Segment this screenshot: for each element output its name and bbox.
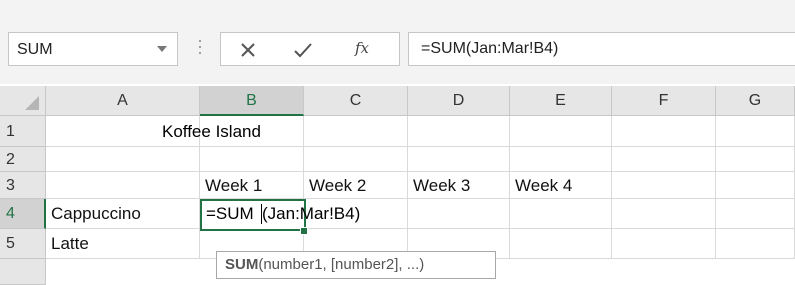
cell-f1[interactable] — [612, 116, 716, 147]
enter-button[interactable] — [281, 33, 325, 65]
row-header-4[interactable]: 4 — [0, 199, 46, 229]
name-box-value: SUM — [17, 41, 53, 58]
name-box[interactable]: SUM — [8, 32, 178, 66]
cell-g2[interactable] — [716, 147, 795, 172]
sheet-title: Koffee Island — [162, 122, 261, 141]
cell-f2[interactable] — [612, 147, 716, 172]
cell-edit-args: (Jan:Mar!B4) — [262, 204, 361, 223]
column-header-d[interactable]: D — [408, 86, 510, 116]
cell-a3[interactable] — [46, 172, 200, 199]
row-header-5[interactable]: 5 — [0, 229, 46, 259]
chevron-down-icon[interactable] — [157, 46, 167, 52]
row-header-1[interactable]: 1 — [0, 116, 46, 147]
cell-d3[interactable]: Week 3 — [408, 172, 510, 199]
select-all-icon — [25, 96, 39, 110]
tooltip-function-name[interactable]: SUM — [225, 256, 258, 273]
cell-c2[interactable] — [304, 147, 408, 172]
cell-f4[interactable] — [612, 199, 716, 229]
cell-e5[interactable] — [510, 229, 612, 259]
column-header-g[interactable]: G — [716, 86, 795, 116]
cell-c1[interactable] — [304, 116, 408, 147]
column-header-e[interactable]: E — [510, 86, 612, 116]
text-caret — [261, 204, 262, 224]
row-header-2[interactable]: 2 — [0, 147, 46, 172]
formula-bar: SUM fx =SUM(Jan:Mar!B4) — [0, 22, 795, 84]
select-all-button[interactable] — [0, 86, 46, 116]
cell-b3[interactable]: Week 1 — [200, 172, 304, 199]
cell-g1[interactable] — [716, 116, 795, 147]
cell-edit-function: =SUM — [206, 204, 254, 223]
column-header-b[interactable]: B — [200, 86, 304, 116]
cell-g5[interactable] — [716, 229, 795, 259]
cell-f3[interactable] — [612, 172, 716, 199]
cell-a5[interactable]: Latte — [46, 229, 200, 259]
cell-b2[interactable] — [200, 147, 304, 172]
cell-d2[interactable] — [408, 147, 510, 172]
cancel-button[interactable] — [227, 33, 271, 65]
cell-f5[interactable] — [612, 229, 716, 259]
cell-d1[interactable] — [408, 116, 510, 147]
formula-text: =SUM(Jan:Mar!B4) — [421, 40, 559, 57]
fill-handle[interactable] — [300, 227, 308, 235]
cell-e2[interactable] — [510, 147, 612, 172]
row-header-3[interactable]: 3 — [0, 172, 46, 199]
cell-a4[interactable]: Cappuccino — [46, 199, 200, 229]
cell-a2[interactable] — [46, 147, 200, 172]
cell-d4[interactable] — [408, 199, 510, 229]
function-tooltip[interactable]: SUM(number1, [number2], ...) — [216, 251, 496, 279]
formula-buttons: fx — [220, 32, 400, 66]
cell-c3[interactable]: Week 2 — [304, 172, 408, 199]
column-header-c[interactable]: C — [304, 86, 408, 116]
column-header-a[interactable]: A — [46, 86, 200, 116]
cell-g3[interactable] — [716, 172, 795, 199]
cell-g4[interactable] — [716, 199, 795, 229]
worksheet-grid: A B C D E F G 1 2 3 4 5 Week 1 Week 2 We… — [0, 86, 795, 285]
checkmark-icon — [294, 43, 312, 58]
tooltip-args: (number1, [number2], ...) — [258, 256, 425, 273]
fx-icon: fx — [355, 39, 370, 57]
cell-e3[interactable]: Week 4 — [510, 172, 612, 199]
row-header-6[interactable] — [0, 259, 46, 285]
ribbon-bottom-strip — [0, 0, 795, 22]
insert-function-button[interactable]: fx — [339, 33, 383, 65]
formula-input[interactable]: =SUM(Jan:Mar!B4) — [408, 32, 795, 66]
close-icon — [241, 43, 255, 57]
grip-dots-icon[interactable] — [199, 40, 201, 56]
cell-e4[interactable] — [510, 199, 612, 229]
cell-e1[interactable] — [510, 116, 612, 147]
column-header-f[interactable]: F — [612, 86, 716, 116]
